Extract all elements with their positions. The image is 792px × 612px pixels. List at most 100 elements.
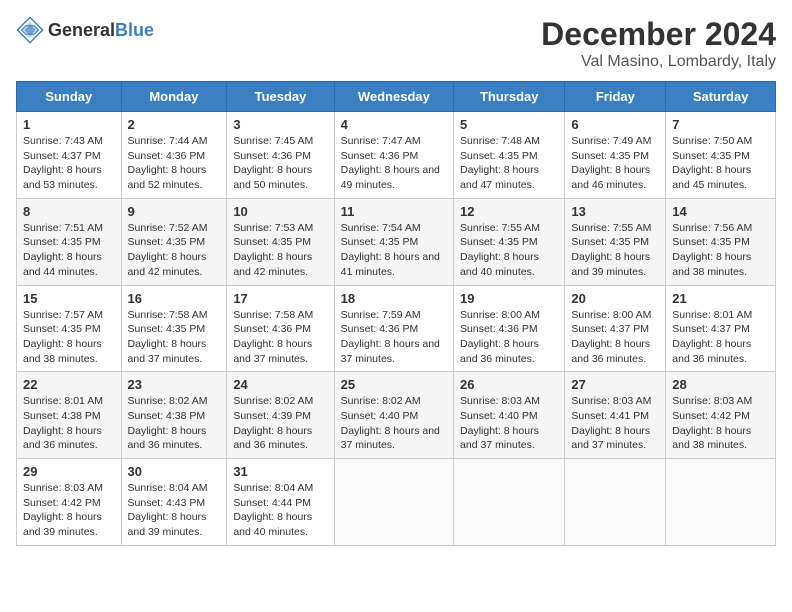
table-row: [334, 459, 453, 546]
table-row: 16 Sunrise: 7:58 AMSunset: 4:35 PMDayligh…: [121, 285, 227, 372]
col-wednesday: Wednesday: [334, 82, 453, 112]
day-info: Sunrise: 8:03 AMSunset: 4:42 PMDaylight:…: [23, 481, 115, 540]
table-row: 31 Sunrise: 8:04 AMSunset: 4:44 PMDayligh…: [227, 459, 334, 546]
table-row: 29 Sunrise: 8:03 AMSunset: 4:42 PMDayligh…: [17, 459, 122, 546]
day-info: Sunrise: 8:04 AMSunset: 4:44 PMDaylight:…: [233, 481, 327, 540]
table-row: 22Sunrise: 8:01 AMSunset: 4:38 PMDayligh…: [17, 372, 122, 459]
col-sunday: Sunday: [17, 82, 122, 112]
col-monday: Monday: [121, 82, 227, 112]
day-number: 1: [23, 117, 115, 132]
table-row: 25 Sunrise: 8:02 AMSunset: 4:40 PMDayligh…: [334, 372, 453, 459]
day-number: 28: [672, 377, 769, 392]
day-info: Sunrise: 8:01 AMSunset: 4:37 PMDaylight:…: [672, 308, 769, 367]
table-row: 1 Sunrise: 7:43 AMSunset: 4:37 PMDaylight…: [17, 112, 122, 199]
calendar-week-row: 1 Sunrise: 7:43 AMSunset: 4:37 PMDaylight…: [17, 112, 776, 199]
col-saturday: Saturday: [666, 82, 776, 112]
day-info: Sunrise: 7:48 AMSunset: 4:35 PMDaylight:…: [460, 134, 558, 193]
table-row: 13 Sunrise: 7:55 AMSunset: 4:35 PMDayligh…: [565, 198, 666, 285]
table-row: 17Sunrise: 7:58 AMSunset: 4:36 PMDayligh…: [227, 285, 334, 372]
day-number: 9: [128, 204, 221, 219]
table-row: 28 Sunrise: 8:03 AMSunset: 4:42 PMDayligh…: [666, 372, 776, 459]
day-info: Sunrise: 8:02 AMSunset: 4:39 PMDaylight:…: [233, 394, 327, 453]
day-number: 11: [341, 204, 447, 219]
day-number: 5: [460, 117, 558, 132]
day-info: Sunrise: 7:58 AMSunset: 4:36 PMDaylight:…: [233, 308, 327, 367]
calendar-table: Sunday Monday Tuesday Wednesday Thursday…: [16, 81, 776, 546]
day-info: Sunrise: 7:57 AMSunset: 4:35 PMDaylight:…: [23, 308, 115, 367]
table-row: 26 Sunrise: 8:03 AMSunset: 4:40 PMDayligh…: [454, 372, 565, 459]
calendar-week-row: 22Sunrise: 8:01 AMSunset: 4:38 PMDayligh…: [17, 372, 776, 459]
day-number: 29: [23, 464, 115, 479]
day-number: 31: [233, 464, 327, 479]
day-number: 27: [571, 377, 659, 392]
day-info: Sunrise: 7:55 AMSunset: 4:35 PMDaylight:…: [571, 221, 659, 280]
day-info: Sunrise: 7:43 AMSunset: 4:37 PMDaylight:…: [23, 134, 115, 193]
day-number: 12: [460, 204, 558, 219]
day-info: Sunrise: 7:58 AMSunset: 4:35 PMDaylight:…: [128, 308, 221, 367]
day-number: 26: [460, 377, 558, 392]
day-info: Sunrise: 8:02 AMSunset: 4:40 PMDaylight:…: [341, 394, 447, 453]
day-info: Sunrise: 8:03 AMSunset: 4:41 PMDaylight:…: [571, 394, 659, 453]
title-area: December 2024 Val Masino, Lombardy, Ital…: [541, 16, 776, 71]
table-row: 11 Sunrise: 7:54 AMSunset: 4:35 PMDayligh…: [334, 198, 453, 285]
table-row: 21 Sunrise: 8:01 AMSunset: 4:37 PMDayligh…: [666, 285, 776, 372]
day-info: Sunrise: 7:45 AMSunset: 4:36 PMDaylight:…: [233, 134, 327, 193]
day-info: Sunrise: 8:03 AMSunset: 4:40 PMDaylight:…: [460, 394, 558, 453]
logo: GeneralBlue: [16, 16, 154, 44]
day-info: Sunrise: 7:54 AMSunset: 4:35 PMDaylight:…: [341, 221, 447, 280]
day-number: 22: [23, 377, 115, 392]
logo-blue-text: Blue: [115, 20, 154, 40]
day-info: Sunrise: 7:53 AMSunset: 4:35 PMDaylight:…: [233, 221, 327, 280]
table-row: 5 Sunrise: 7:48 AMSunset: 4:35 PMDaylight…: [454, 112, 565, 199]
day-number: 6: [571, 117, 659, 132]
table-row: [666, 459, 776, 546]
day-number: 18: [341, 291, 447, 306]
day-info: Sunrise: 7:44 AMSunset: 4:36 PMDaylight:…: [128, 134, 221, 193]
day-number: 21: [672, 291, 769, 306]
table-row: 18Sunrise: 7:59 AMSunset: 4:36 PMDayligh…: [334, 285, 453, 372]
day-number: 30: [128, 464, 221, 479]
calendar-week-row: 8Sunrise: 7:51 AMSunset: 4:35 PMDaylight…: [17, 198, 776, 285]
page-subtitle: Val Masino, Lombardy, Italy: [541, 53, 776, 71]
day-info: Sunrise: 8:03 AMSunset: 4:42 PMDaylight:…: [672, 394, 769, 453]
day-info: Sunrise: 8:00 AMSunset: 4:37 PMDaylight:…: [571, 308, 659, 367]
calendar-week-row: 29 Sunrise: 8:03 AMSunset: 4:42 PMDayligh…: [17, 459, 776, 546]
table-row: 9Sunrise: 7:52 AMSunset: 4:35 PMDaylight…: [121, 198, 227, 285]
table-row: 4Sunrise: 7:47 AMSunset: 4:36 PMDaylight…: [334, 112, 453, 199]
day-number: 20: [571, 291, 659, 306]
day-number: 13: [571, 204, 659, 219]
table-row: 2 Sunrise: 7:44 AMSunset: 4:36 PMDaylight…: [121, 112, 227, 199]
day-info: Sunrise: 8:02 AMSunset: 4:38 PMDaylight:…: [128, 394, 221, 453]
table-row: [565, 459, 666, 546]
day-info: Sunrise: 7:50 AMSunset: 4:35 PMDaylight:…: [672, 134, 769, 193]
day-number: 10: [233, 204, 327, 219]
day-info: Sunrise: 8:04 AMSunset: 4:43 PMDaylight:…: [128, 481, 221, 540]
day-number: 4: [341, 117, 447, 132]
col-thursday: Thursday: [454, 82, 565, 112]
day-number: 8: [23, 204, 115, 219]
page-title: December 2024: [541, 16, 776, 53]
table-row: 24 Sunrise: 8:02 AMSunset: 4:39 PMDayligh…: [227, 372, 334, 459]
col-tuesday: Tuesday: [227, 82, 334, 112]
day-info: Sunrise: 8:00 AMSunset: 4:36 PMDaylight:…: [460, 308, 558, 367]
table-row: 19Sunrise: 8:00 AMSunset: 4:36 PMDayligh…: [454, 285, 565, 372]
day-number: 25: [341, 377, 447, 392]
table-row: [454, 459, 565, 546]
day-number: 16: [128, 291, 221, 306]
page-header: GeneralBlue December 2024 Val Masino, Lo…: [16, 16, 776, 71]
table-row: 14Sunrise: 7:56 AMSunset: 4:35 PMDayligh…: [666, 198, 776, 285]
table-row: 8Sunrise: 7:51 AMSunset: 4:35 PMDaylight…: [17, 198, 122, 285]
calendar-week-row: 15 Sunrise: 7:57 AMSunset: 4:35 PMDayligh…: [17, 285, 776, 372]
table-row: 7 Sunrise: 7:50 AMSunset: 4:35 PMDaylight…: [666, 112, 776, 199]
day-info: Sunrise: 7:49 AMSunset: 4:35 PMDaylight:…: [571, 134, 659, 193]
table-row: 12Sunrise: 7:55 AMSunset: 4:35 PMDayligh…: [454, 198, 565, 285]
table-row: 15 Sunrise: 7:57 AMSunset: 4:35 PMDayligh…: [17, 285, 122, 372]
day-number: 15: [23, 291, 115, 306]
day-number: 3: [233, 117, 327, 132]
day-number: 7: [672, 117, 769, 132]
logo-general-text: General: [48, 20, 115, 40]
table-row: 6 Sunrise: 7:49 AMSunset: 4:35 PMDaylight…: [565, 112, 666, 199]
day-number: 2: [128, 117, 221, 132]
day-number: 24: [233, 377, 327, 392]
table-row: 3 Sunrise: 7:45 AMSunset: 4:36 PMDaylight…: [227, 112, 334, 199]
